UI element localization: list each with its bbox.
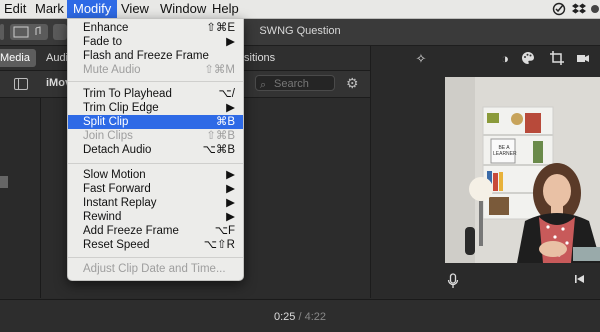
tab-media[interactable]: Media — [0, 49, 36, 67]
sidebar-toggle-icon[interactable] — [14, 78, 28, 90]
shortcut-label: ⇧⌘M — [204, 64, 235, 76]
search-placeholder: Search — [274, 78, 309, 90]
menu-separator — [68, 81, 243, 82]
sidebar-scroll-handle[interactable] — [0, 176, 8, 188]
menu-item-detach-audio[interactable]: Detach Audio ⌥⌘B — [68, 143, 243, 157]
video-preview[interactable]: BE A LEARNER — [445, 77, 600, 263]
submenu-arrow-icon: ▶ — [226, 102, 235, 114]
gear-icon[interactable]: ⚙ — [346, 76, 360, 90]
stabilization-camera-icon[interactable] — [575, 51, 591, 67]
menu-separator — [68, 257, 243, 258]
search-icon: ⌕ — [260, 79, 267, 91]
submenu-arrow-icon: ▶ — [226, 36, 235, 48]
menu-item-trim-to-playhead[interactable]: Trim To Playhead ⌥/ — [68, 87, 243, 101]
menu-item-label: Reset Speed — [83, 239, 150, 251]
shortcut-label: ⌥⇧R — [203, 239, 235, 251]
menu-item-split-clip[interactable]: Split Clip ⌘B — [68, 115, 243, 129]
submenu-arrow-icon: ▶ — [226, 197, 235, 209]
shortcut-label: ⌥/ — [218, 88, 235, 100]
shortcut-label: ⇧⌘B — [206, 130, 235, 142]
menu-item-label: Fast Forward — [83, 183, 151, 195]
tab-transitions[interactable]: sitions — [244, 49, 275, 67]
menu-item-label: Instant Replay — [83, 197, 157, 209]
menu-item-rewind[interactable]: Rewind ▶ — [68, 210, 243, 224]
poster-text: BE A LEARNER — [493, 145, 517, 157]
viewer-toolbar: ✧ ◑ — [371, 46, 600, 72]
shortcut-label: ⌥F — [214, 225, 235, 237]
color-balance-icon[interactable]: ◑ — [497, 51, 513, 67]
timecode-total: 4:22 — [304, 311, 327, 323]
menu-item-label: Rewind — [83, 211, 122, 223]
menu-item-flash-freeze[interactable]: Flash and Freeze Frame — [68, 49, 243, 63]
menu-item-label: Flash and Freeze Frame — [83, 50, 209, 62]
crop-icon[interactable] — [549, 51, 565, 67]
menu-item-label: Mute Audio — [83, 64, 141, 76]
shortcut-label: ⌘B — [215, 116, 235, 128]
menu-item-instant-replay[interactable]: Instant Replay ▶ — [68, 196, 243, 210]
submenu-arrow-icon: ▶ — [226, 211, 235, 223]
menu-item-label: Detach Audio — [83, 144, 152, 156]
library-sidebar — [0, 98, 41, 298]
timecode-display: 0:25 / 4:22 — [0, 311, 600, 323]
menu-item-label: Adjust Clip Date and Time... — [83, 263, 226, 275]
menu-view[interactable]: View — [121, 0, 149, 18]
menu-item-label: Join Clips — [83, 130, 133, 142]
color-palette-icon[interactable] — [520, 51, 536, 67]
submenu-arrow-icon: ▶ — [226, 183, 235, 195]
menu-item-add-freeze-frame[interactable]: Add Freeze Frame ⌥F — [68, 224, 243, 238]
timeline-header: 0:25 / 4:22 — [0, 299, 600, 332]
viewer-controls — [371, 264, 600, 298]
timecode-current: 0:25 — [273, 311, 296, 323]
tab-audio[interactable]: Audi — [46, 49, 68, 67]
search-input[interactable]: ⌕ Search — [255, 75, 335, 91]
menu-item-adjust-clip-date: Adjust Clip Date and Time... — [68, 262, 243, 276]
menu-item-slow-motion[interactable]: Slow Motion ▶ — [68, 168, 243, 182]
magic-wand-icon[interactable]: ✧ — [413, 51, 429, 67]
menu-item-fast-forward[interactable]: Fast Forward ▶ — [68, 182, 243, 196]
menu-modify[interactable]: Modify — [67, 0, 118, 18]
shortcut-label: ⇧⌘E — [206, 22, 235, 34]
menu-item-fade-to[interactable]: Fade to ▶ — [68, 35, 243, 49]
menu-bar: Edit Mark Modify View Window Help — [0, 0, 600, 19]
submenu-arrow-icon: ▶ — [226, 169, 235, 181]
menu-item-label: Slow Motion — [83, 169, 146, 181]
timecode-separator: / — [298, 311, 302, 323]
shortcut-label: ⌥⌘B — [202, 144, 235, 156]
menu-item-reset-speed[interactable]: Reset Speed ⌥⇧R — [68, 238, 243, 252]
menu-item-enhance[interactable]: Enhance ⇧⌘E — [68, 21, 243, 35]
menu-separator — [68, 163, 243, 164]
menu-item-label: Trim Clip Edge — [83, 102, 159, 114]
skip-back-icon[interactable] — [571, 273, 587, 289]
modify-menu: Enhance ⇧⌘E Fade to ▶ Flash and Freeze Fra… — [67, 18, 244, 281]
menu-item-label: Fade to — [83, 36, 122, 48]
menu-edit[interactable]: Edit — [4, 0, 26, 18]
menu-item-label: Enhance — [83, 22, 129, 34]
menu-item-label: Trim To Playhead — [83, 88, 172, 100]
menu-item-label: Add Freeze Frame — [83, 225, 179, 237]
status-icon[interactable] — [590, 2, 600, 16]
menu-item-join-clips: Join Clips ⇧⌘B — [68, 129, 243, 143]
viewer-panel: ✧ ◑ BE A LEARNER — [370, 46, 600, 298]
menu-help[interactable]: Help — [212, 0, 239, 18]
menu-item-label: Split Clip — [83, 116, 129, 128]
menu-mark[interactable]: Mark — [35, 0, 64, 18]
menu-item-mute-audio: Mute Audio ⇧⌘M — [68, 63, 243, 77]
checkmark-status-icon[interactable] — [552, 2, 566, 16]
menu-window[interactable]: Window — [160, 0, 206, 18]
dropbox-icon[interactable] — [572, 2, 586, 16]
microphone-icon[interactable] — [445, 273, 461, 289]
menu-item-trim-clip-edge[interactable]: Trim Clip Edge ▶ — [68, 101, 243, 115]
